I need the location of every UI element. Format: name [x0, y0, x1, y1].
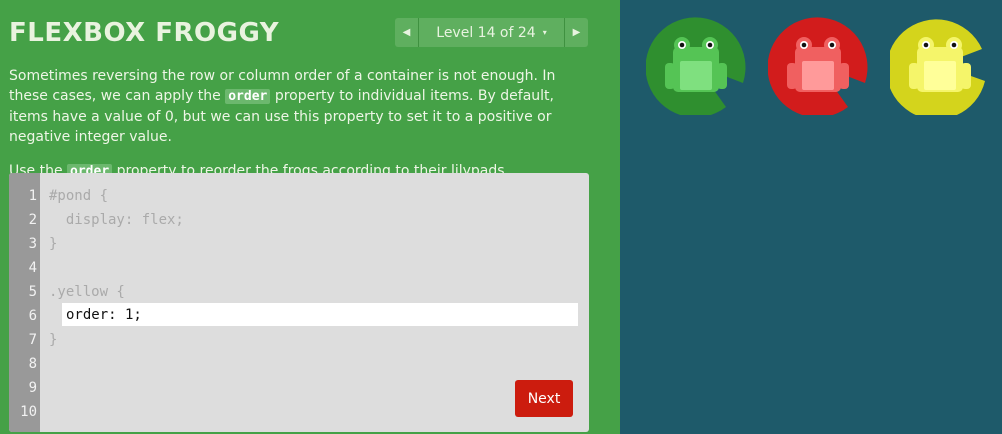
- level-dropdown[interactable]: Level 14 of 24 ▾: [419, 18, 564, 47]
- line-number: 2: [28, 212, 37, 228]
- code-line: .yellow {: [49, 284, 125, 300]
- next-level-button[interactable]: ▶: [564, 18, 588, 47]
- chevron-right-icon: ▶: [572, 27, 581, 38]
- line-number: 4: [28, 260, 37, 276]
- lilypad-green: [646, 17, 746, 115]
- app-title: FLEXBOX FROGGY: [9, 18, 280, 48]
- chevron-left-icon: ◀: [402, 27, 411, 38]
- line-number: 6: [28, 308, 37, 324]
- code-line: display: flex;: [49, 212, 184, 228]
- line-number: 10: [20, 404, 37, 420]
- level-label: Level 14 of 24: [436, 24, 536, 41]
- caret-down-icon: ▾: [542, 28, 547, 37]
- code-line: #pond {: [49, 188, 109, 204]
- sidebar: FLEXBOX FROGGY ◀ Level 14 of 24 ▾ ▶ Some…: [0, 0, 620, 434]
- line-number: 1: [28, 188, 37, 204]
- code-line: }: [49, 236, 58, 252]
- code-editor: 1 2 3 4 5 6 7 8 9 10 #pond { display: fl…: [9, 173, 589, 432]
- css-code-input[interactable]: [62, 303, 578, 326]
- line-number: 8: [28, 356, 37, 372]
- line-number: 9: [28, 380, 37, 396]
- line-number: 7: [28, 332, 37, 348]
- code-line: }: [49, 332, 58, 348]
- lilypad-yellow: [890, 19, 985, 115]
- next-button[interactable]: Next: [515, 380, 573, 417]
- level-navigation: ◀ Level 14 of 24 ▾ ▶: [395, 18, 588, 47]
- code-order-keyword: order: [225, 89, 271, 104]
- instructions-paragraph-1: Sometimes reversing the row or column or…: [9, 66, 594, 147]
- line-number: 3: [28, 236, 37, 252]
- prev-level-button[interactable]: ◀: [395, 18, 419, 47]
- line-number-gutter: 1 2 3 4 5 6 7 8 9 10: [9, 173, 40, 432]
- line-number: 5: [28, 284, 37, 300]
- lilypad-red: [768, 17, 868, 115]
- pond: [620, 0, 1002, 434]
